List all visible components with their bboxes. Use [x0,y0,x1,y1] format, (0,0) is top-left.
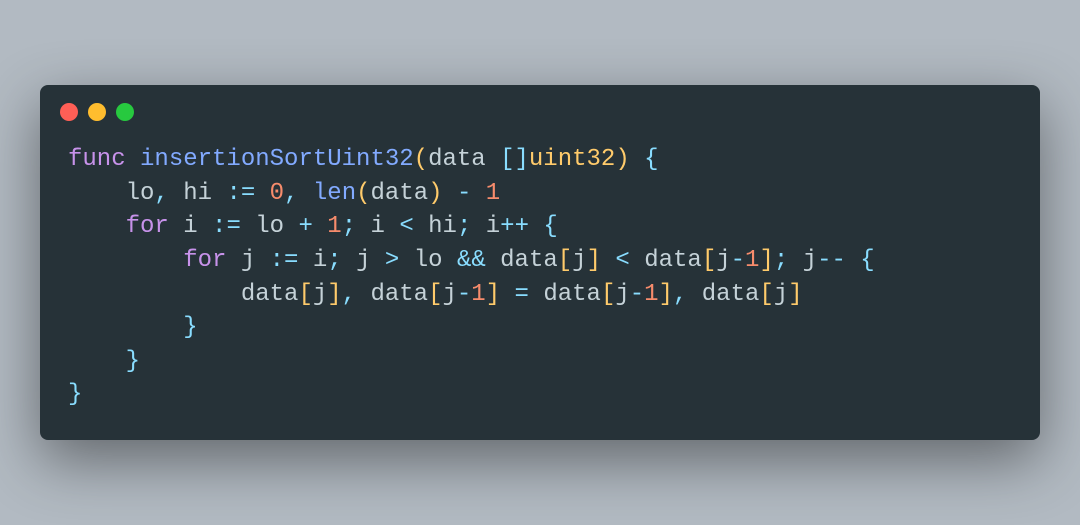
semicolon: ; [774,247,788,274]
ident-j: j [572,247,586,274]
bracket-close: ] [659,281,673,308]
ident-j: j [774,281,788,308]
ident-i: i [183,213,197,240]
ident-i: i [371,213,385,240]
bracket-open: [ [298,281,312,308]
bracket-close: ] [788,281,802,308]
ident-j: j [313,281,327,308]
semicolon: ; [457,213,471,240]
ident-lo: lo [414,247,443,274]
op-decl: := [226,180,255,207]
ident-data: data [370,281,428,308]
ident-j: j [615,281,629,308]
paren-close: ) [615,146,629,173]
num-one: 1 [471,281,485,308]
slice-brackets: [] [500,146,529,173]
op-minus: - [457,180,471,207]
bracket-close: ] [486,281,500,308]
ident-lo: lo [255,213,284,240]
ident-j: j [803,247,817,274]
keyword-for: for [126,213,169,240]
ident-hi: hi [183,180,212,207]
num-one: 1 [327,213,341,240]
ident-i: i [313,247,327,274]
ident-j: j [356,247,370,274]
ident-j: j [241,247,255,274]
brace-close: } [183,314,197,341]
paren-open: ( [356,180,370,207]
op-minus: - [731,247,745,274]
brace-open: { [644,146,658,173]
code-window: func insertionSortUint32(data []uint32) … [40,85,1040,440]
builtin-len: len [313,180,356,207]
window-close-button[interactable] [60,103,78,121]
bracket-close: ] [587,247,601,274]
type-uint32: uint32 [529,146,615,173]
keyword-for: for [183,247,226,274]
op-decl: := [212,213,241,240]
bracket-open: [ [601,281,615,308]
ident-hi: hi [428,213,457,240]
op-inc: ++ [500,213,529,240]
bracket-open: [ [759,281,773,308]
ident-data: data [371,180,429,207]
window-title-bar [40,85,1040,129]
ident-data: data [241,281,299,308]
param-data: data [428,146,486,173]
op-dec: -- [817,247,846,274]
code-block: func insertionSortUint32(data []uint32) … [40,129,1040,412]
ident-data: data [644,247,702,274]
op-lt: < [399,213,413,240]
op-assign: = [515,281,529,308]
op-minus: - [630,281,644,308]
ident-data: data [702,281,760,308]
bracket-close: ] [759,247,773,274]
num-one: 1 [745,247,759,274]
num-one: 1 [486,180,500,207]
ident-data: data [543,281,601,308]
op-minus: - [457,281,471,308]
comma: , [284,180,298,207]
bracket-open: [ [428,281,442,308]
ident-j: j [442,281,456,308]
op-plus: + [298,213,312,240]
bracket-close: ] [327,281,341,308]
op-and: && [457,247,486,274]
brace-close: } [126,348,140,375]
comma: , [673,281,687,308]
window-minimize-button[interactable] [88,103,106,121]
paren-close: ) [428,180,442,207]
semicolon: ; [342,213,356,240]
semicolon: ; [327,247,341,274]
brace-close: } [68,381,82,408]
brace-open: { [543,213,557,240]
paren-open: ( [414,146,428,173]
function-name: insertionSortUint32 [140,146,414,173]
num-zero: 0 [270,180,284,207]
bracket-open: [ [702,247,716,274]
num-one: 1 [644,281,658,308]
bracket-open: [ [558,247,572,274]
op-decl: := [270,247,299,274]
comma: , [154,180,168,207]
ident-j: j [716,247,730,274]
keyword-func: func [68,146,126,173]
op-lt: < [615,247,629,274]
comma: , [342,281,356,308]
ident-i: i [486,213,500,240]
ident-lo: lo [126,180,155,207]
window-zoom-button[interactable] [116,103,134,121]
op-gt: > [385,247,399,274]
brace-open: { [860,247,874,274]
ident-data: data [500,247,558,274]
